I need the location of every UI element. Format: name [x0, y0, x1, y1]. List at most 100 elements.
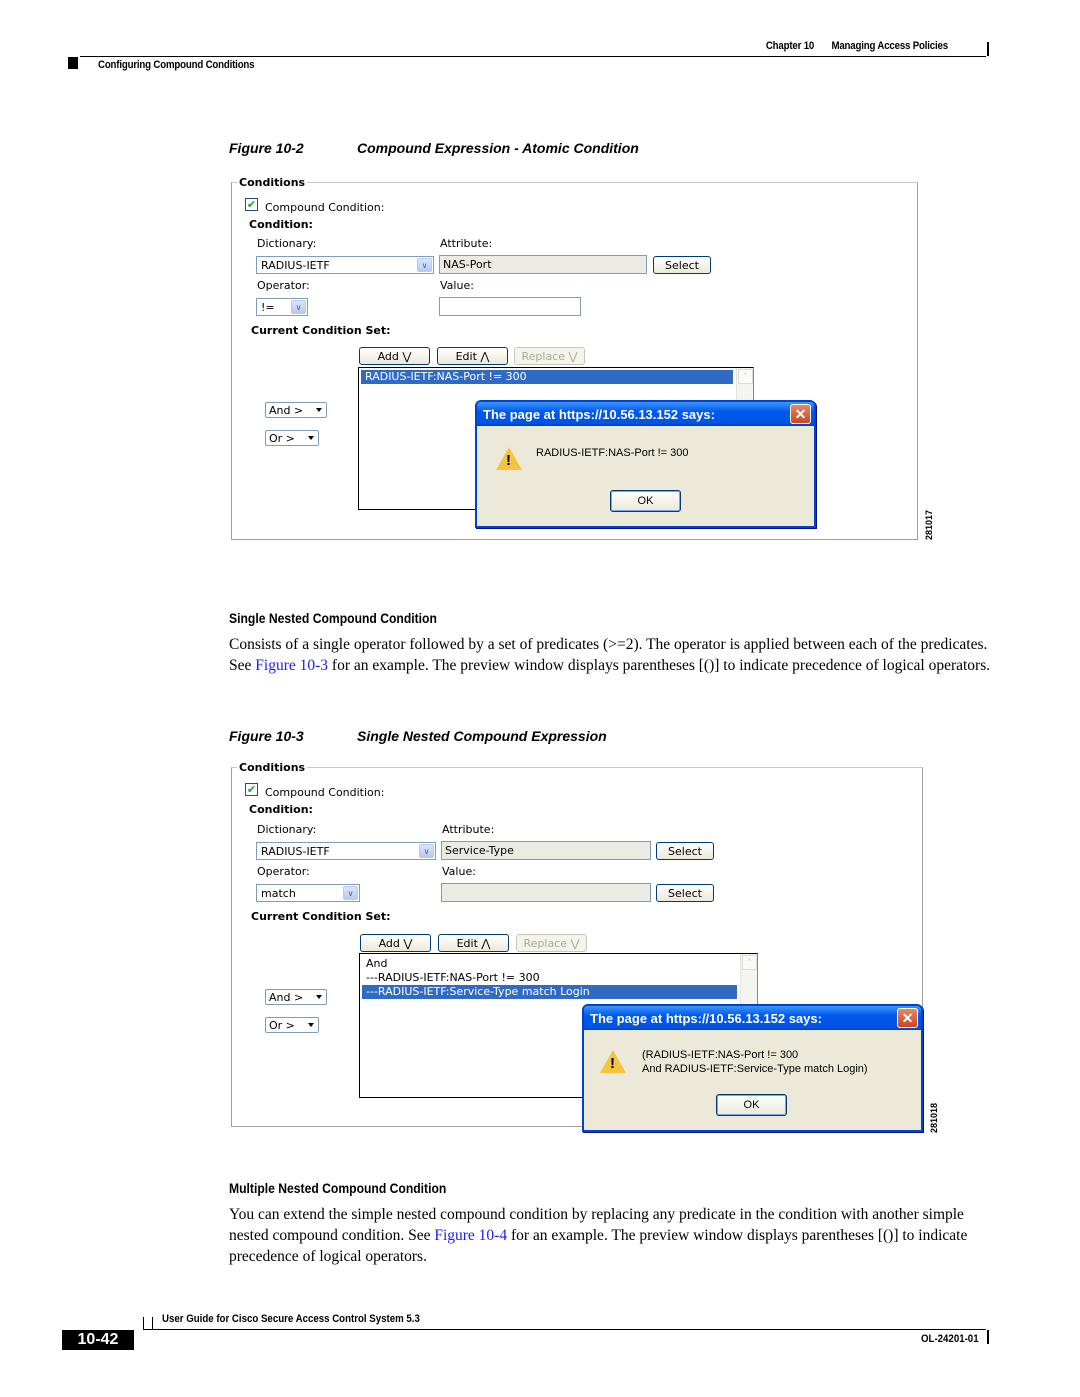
chevron-down-icon: ∨: [417, 258, 432, 272]
attribute-value: NAS-Port: [443, 258, 492, 271]
footer-mark: [152, 1317, 153, 1329]
dictionary-label: Dictionary:: [257, 237, 317, 250]
header-rule: [80, 56, 986, 57]
list-item[interactable]: ---RADIUS-IETF:Service-Type match Login: [362, 985, 737, 999]
condition-heading: Condition:: [249, 218, 313, 231]
or-select[interactable]: Or >: [265, 430, 319, 446]
conditions-legend: Conditions: [237, 761, 308, 774]
dialog-title-bar: The page at https://10.56.13.152 says: ✕: [477, 402, 814, 426]
check-icon: ✔: [246, 783, 257, 796]
ok-button[interactable]: OK: [716, 1094, 787, 1116]
current-condition-set-heading: Current Condition Set:: [251, 910, 391, 923]
dictionary-label: Dictionary:: [257, 823, 317, 836]
attribute-select-button[interactable]: Select: [656, 842, 714, 860]
value-label: Value:: [440, 279, 474, 292]
attribute-field[interactable]: Service-Type: [441, 841, 651, 860]
warning-icon: [600, 1050, 626, 1073]
scroll-up-icon[interactable]: ˄: [742, 955, 757, 970]
scroll-up-icon[interactable]: ˄: [738, 369, 753, 384]
edit-button[interactable]: Edit ⋀: [437, 347, 508, 365]
condition-set-listbox[interactable]: And ---RADIUS-IETF:NAS-Port != 300 ---RA…: [359, 953, 758, 1098]
close-icon[interactable]: ✕: [897, 1008, 918, 1028]
edit-button[interactable]: Edit ⋀: [438, 934, 509, 952]
figure-3-number: Figure 10-3: [229, 728, 304, 744]
ok-button[interactable]: OK: [610, 490, 681, 512]
compound-condition-checkbox[interactable]: ✔: [245, 198, 258, 211]
dialog-title: The page at https://10.56.13.152 says:: [590, 1010, 822, 1026]
scrollbar[interactable]: ˄: [740, 954, 757, 1097]
value-select-button[interactable]: Select: [656, 884, 714, 902]
and-select-value: And >: [269, 403, 304, 417]
conditions-fieldset: [231, 767, 923, 1127]
footer-mark: [143, 1317, 144, 1329]
list-item[interactable]: And: [362, 957, 737, 971]
list-item[interactable]: ---RADIUS-IETF:NAS-Port != 300: [362, 971, 737, 985]
scrollbar[interactable]: ˄: [736, 368, 753, 509]
section-1-paragraph: Consists of a single operator followed b…: [229, 634, 999, 676]
add-button[interactable]: Add ⋁: [360, 934, 431, 952]
footer-rule: [143, 1329, 986, 1330]
chevron-down-icon: ∨: [419, 844, 434, 858]
operator-select[interactable]: != ∨: [256, 298, 308, 316]
dialog-message-line: And RADIUS-IETF:Service-Type match Login…: [642, 1063, 868, 1075]
warning-icon: [496, 447, 522, 470]
attribute-select-button[interactable]: Select: [653, 256, 711, 274]
footer-doc-id: OL-24201-01: [921, 1333, 979, 1345]
condition-set-listbox[interactable]: RADIUS-IETF:NAS-Port != 300 ˄: [358, 367, 754, 510]
alert-dialog: The page at https://10.56.13.152 says: ✕…: [475, 400, 816, 528]
alert-dialog: The page at https://10.56.13.152 says: ✕…: [582, 1004, 923, 1132]
attribute-label: Attribute:: [440, 237, 493, 250]
header-section: Configuring Compound Conditions: [98, 59, 255, 71]
section-heading-single-nested: Single Nested Compound Condition: [229, 611, 437, 626]
dictionary-select[interactable]: RADIUS-IETF ∨: [256, 842, 436, 860]
replace-button[interactable]: Replace ⋁: [514, 347, 585, 365]
chevron-down-icon: ∨: [343, 886, 358, 900]
attribute-field[interactable]: NAS-Port: [439, 255, 647, 274]
compound-condition-label: Compound Condition:: [265, 201, 385, 214]
value-field[interactable]: [439, 297, 581, 316]
conditions-fieldset: [231, 182, 918, 540]
dialog-title: The page at https://10.56.13.152 says:: [483, 406, 715, 422]
warning-mark: !: [506, 452, 511, 469]
and-select-value: And >: [269, 990, 304, 1004]
compound-condition-checkbox[interactable]: ✔: [245, 783, 258, 796]
operator-select[interactable]: match ∨: [256, 884, 360, 902]
figure-10-3-link[interactable]: Figure 10-3: [255, 657, 328, 674]
conditions-legend: Conditions: [237, 176, 308, 189]
value-field[interactable]: [441, 883, 651, 902]
attribute-label: Attribute:: [442, 823, 495, 836]
dialog-message-line: (RADIUS-IETF:NAS-Port != 300: [642, 1049, 799, 1061]
figure-10-4-link[interactable]: Figure 10-4: [434, 1227, 507, 1244]
header-chapter: Chapter 10 Managing Access Policies: [766, 40, 948, 52]
or-select-value: Or >: [269, 1018, 295, 1032]
replace-button[interactable]: Replace ⋁: [516, 934, 587, 952]
dropdown-arrow-icon: [308, 1023, 314, 1027]
footer-bar: [987, 1330, 989, 1344]
chapter-title: Managing Access Policies: [831, 40, 948, 52]
figure-2-title: Compound Expression - Atomic Condition: [357, 140, 639, 156]
current-condition-set-heading: Current Condition Set:: [251, 324, 391, 337]
list-item[interactable]: RADIUS-IETF:NAS-Port != 300: [361, 370, 733, 384]
dictionary-value: RADIUS-IETF: [261, 844, 330, 858]
header-bar: [987, 42, 989, 56]
and-select[interactable]: And >: [265, 402, 327, 418]
warning-mark: !: [610, 1055, 615, 1072]
dictionary-select[interactable]: RADIUS-IETF ∨: [256, 256, 434, 274]
attribute-value: Service-Type: [445, 844, 514, 857]
chevron-down-icon: ∨: [291, 300, 306, 314]
operator-label: Operator:: [257, 279, 310, 292]
and-select[interactable]: And >: [265, 989, 327, 1005]
dialog-title-bar: The page at https://10.56.13.152 says: ✕: [584, 1006, 921, 1030]
section-heading-multiple-nested: Multiple Nested Compound Condition: [229, 1181, 447, 1196]
or-select[interactable]: Or >: [265, 1017, 319, 1033]
footer-guide-title: User Guide for Cisco Secure Access Contr…: [162, 1313, 420, 1325]
section-2-paragraph: You can extend the simple nested compoun…: [229, 1204, 999, 1267]
close-icon[interactable]: ✕: [790, 404, 811, 424]
paragraph-text: for an example. The preview window displ…: [328, 657, 991, 674]
operator-value: !=: [261, 300, 275, 314]
operator-value: match: [261, 886, 296, 900]
figure-2-number: Figure 10-2: [229, 140, 304, 156]
page-number: 10-42: [62, 1330, 134, 1350]
add-button[interactable]: Add ⋁: [359, 347, 430, 365]
dialog-message-line: RADIUS-IETF:NAS-Port != 300: [536, 447, 689, 459]
